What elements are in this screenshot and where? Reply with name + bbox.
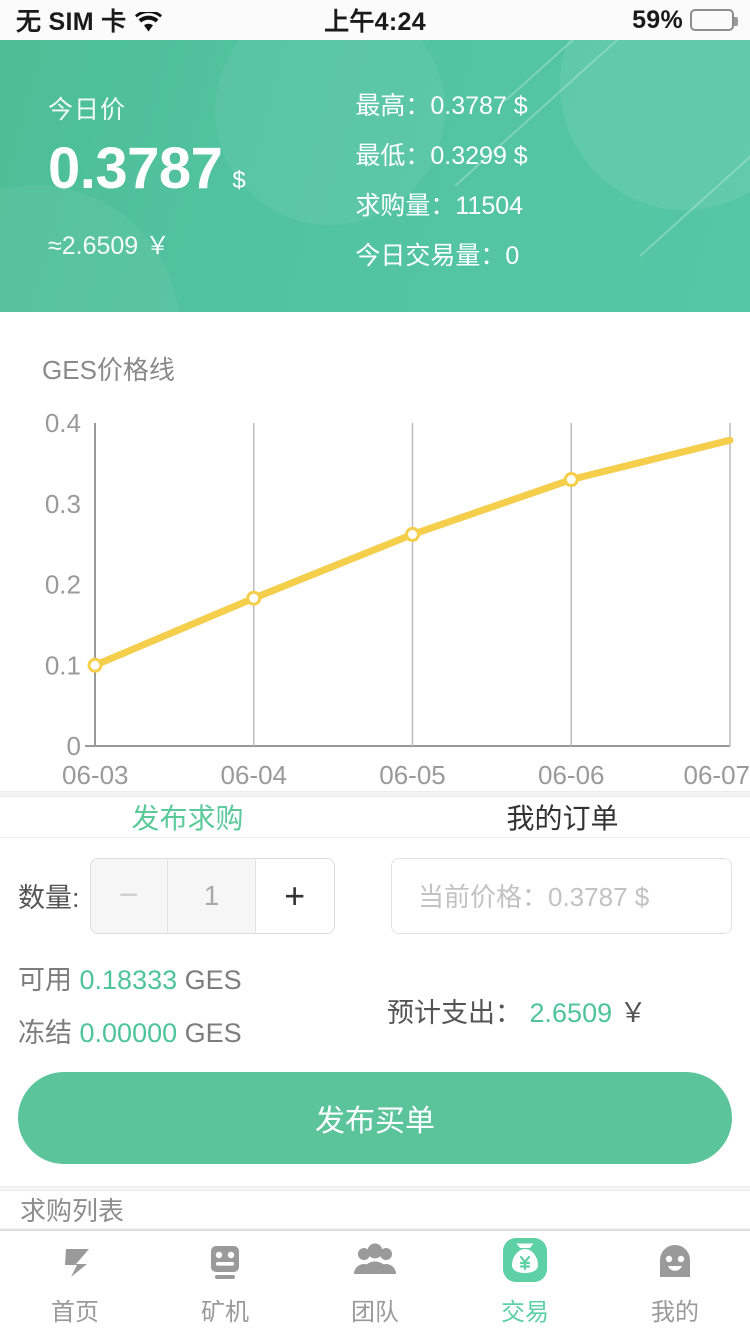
nav-item-home[interactable]: 首页 bbox=[0, 1231, 150, 1334]
quantity-value[interactable]: 1 bbox=[168, 858, 256, 933]
wifi-icon bbox=[135, 10, 163, 32]
today-price-label: 今日价 bbox=[48, 96, 127, 124]
bottom-nav: 首页 矿机 团队 交易 我的 bbox=[0, 1230, 750, 1334]
estimate-value: 2.6509 bbox=[529, 998, 613, 1028]
nav-item-home-label: 首页 bbox=[51, 1298, 99, 1326]
balance-row: 可用 0.18333 GES 冻结 0.00000 GES 预计支出： 2.65… bbox=[18, 958, 732, 1064]
estimated-cost: 预计支出： 2.6509 ￥ bbox=[375, 991, 732, 1030]
stat-demand-value: 11504 bbox=[455, 192, 524, 220]
svg-text:0.4: 0.4 bbox=[45, 408, 81, 438]
available-value: 0.18333 bbox=[79, 964, 178, 995]
status-bar-right: 59% bbox=[426, 5, 738, 35]
submit-buy-order-label: 发布买单 bbox=[315, 1104, 435, 1138]
stat-low: 最低：0.3299 $ bbox=[355, 136, 702, 172]
nav-item-miner[interactable]: 矿机 bbox=[150, 1231, 300, 1334]
svg-text:06-06: 06-06 bbox=[538, 760, 605, 790]
nav-item-team[interactable]: 团队 bbox=[300, 1231, 450, 1334]
nav-item-miner-label: 矿机 bbox=[201, 1298, 249, 1326]
battery-percent-label: 59% bbox=[632, 5, 683, 34]
form-row-quantity-price: 数量: − 1 + 当前价格：0.3787 $ bbox=[18, 857, 732, 934]
svg-text:06-04: 06-04 bbox=[221, 760, 288, 790]
chart-plot-area: 0 0.1 0.2 0.3 0.4 06-03 06-04 06-05 06-06 06-07 bbox=[0, 401, 750, 791]
submit-buy-order-button[interactable]: 发布买单 bbox=[18, 1071, 732, 1164]
cny-approx-value: ≈2.6509 ￥ bbox=[48, 232, 171, 260]
svg-text:0.2: 0.2 bbox=[45, 570, 81, 600]
quantity-stepper[interactable]: − 1 + bbox=[89, 857, 335, 934]
carrier-label: 无 SIM 卡 bbox=[16, 8, 127, 36]
price-input-placeholder: 当前价格：0.3787 $ bbox=[418, 882, 650, 912]
tab-my-orders[interactable]: 我的订单 bbox=[375, 797, 750, 837]
trade-form: 数量: − 1 + 当前价格：0.3787 $ 可用 0.18333 GES 冻… bbox=[0, 837, 750, 1164]
stat-high-label: 最高： bbox=[355, 92, 431, 120]
svg-text:0.3: 0.3 bbox=[45, 489, 81, 519]
stat-high: 最高：0.3787 $ bbox=[355, 86, 702, 122]
plus-icon: + bbox=[284, 874, 306, 916]
stat-demand-label: 求购量： bbox=[355, 192, 456, 220]
price-chart-card: GES价格线 0 0.1 0.2 0.3 0.4 06-03 06-04 06-05 06-06… bbox=[0, 312, 750, 791]
smiley-person-icon bbox=[653, 1239, 697, 1285]
frozen-value: 0.00000 bbox=[79, 1017, 178, 1048]
minus-icon: − bbox=[118, 876, 139, 914]
svg-text:0: 0 bbox=[67, 731, 81, 761]
stat-volume-value: 0 bbox=[505, 242, 520, 270]
quantity-label: 数量: bbox=[18, 883, 80, 913]
today-price-unit: $ bbox=[232, 167, 246, 194]
price-input[interactable]: 当前价格：0.3787 $ bbox=[391, 857, 732, 934]
svg-text:0.1: 0.1 bbox=[45, 650, 81, 680]
chart-title: GES价格线 bbox=[42, 355, 175, 385]
today-price-row: 0.3787 $ bbox=[48, 140, 355, 198]
nav-item-mine[interactable]: 我的 bbox=[600, 1231, 750, 1334]
available-balance: 可用 0.18333 GES bbox=[18, 958, 375, 997]
stat-low-label: 最低： bbox=[355, 142, 431, 170]
frozen-unit: GES bbox=[184, 1017, 242, 1048]
battery-icon bbox=[690, 9, 738, 31]
stat-volume: 今日交易量：0 bbox=[355, 236, 702, 272]
robot-miner-icon bbox=[203, 1239, 247, 1285]
nav-item-team-label: 团队 bbox=[351, 1298, 399, 1326]
order-list-header: 求购列表 bbox=[0, 1191, 750, 1229]
price-line-chart: 0 0.1 0.2 0.3 0.4 06-03 06-04 06-05 06-06 06-07 bbox=[45, 408, 750, 790]
quantity-block: 数量: − 1 + bbox=[18, 857, 375, 934]
frozen-label: 冻结 bbox=[18, 1017, 72, 1048]
stat-high-value: 0.3787 $ bbox=[430, 92, 528, 120]
status-bar: 无 SIM 卡 上午4:24 59% bbox=[0, 0, 750, 40]
status-bar-left: 无 SIM 卡 bbox=[16, 2, 324, 38]
nav-item-trade[interactable]: 交易 bbox=[450, 1231, 600, 1334]
available-unit: GES bbox=[184, 964, 242, 995]
available-label: 可用 bbox=[18, 964, 72, 995]
frozen-balance: 冻结 0.00000 GES bbox=[18, 1011, 375, 1050]
trade-tabs: 发布求购 我的订单 bbox=[0, 796, 750, 838]
estimate-label: 预计支出： bbox=[387, 998, 522, 1028]
tab-my-orders-label: 我的订单 bbox=[506, 802, 619, 834]
quantity-decrease-button[interactable]: − bbox=[90, 858, 169, 933]
stat-volume-label: 今日交易量： bbox=[355, 242, 506, 270]
clock-label: 上午4:24 bbox=[324, 8, 426, 36]
nav-item-trade-label: 交易 bbox=[501, 1298, 549, 1326]
z-logo-icon bbox=[53, 1239, 97, 1285]
stat-demand: 求购量：11504 bbox=[355, 186, 702, 222]
header-stats: 最高：0.3787 $ 最低：0.3299 $ 求购量：11504 今日交易量：… bbox=[355, 80, 702, 272]
estimate-unit: ￥ bbox=[619, 998, 647, 1028]
today-price-value: 0.3787 bbox=[48, 136, 223, 201]
svg-text:06-07: 06-07 bbox=[684, 760, 750, 790]
stat-low-value: 0.3299 $ bbox=[430, 142, 528, 170]
tab-publish-buy-label: 发布求购 bbox=[131, 802, 244, 834]
quantity-increase-button[interactable]: + bbox=[255, 858, 334, 933]
balance-left: 可用 0.18333 GES 冻结 0.00000 GES bbox=[18, 958, 375, 1064]
header-content: 今日价 0.3787 $ ≈2.6509 ￥ 最高：0.3787 $ 最低：0.… bbox=[0, 40, 750, 312]
money-bag-icon bbox=[499, 1237, 551, 1285]
tab-publish-buy[interactable]: 发布求购 bbox=[0, 797, 375, 837]
order-list-title: 求购列表 bbox=[20, 1196, 125, 1226]
app-screen: 无 SIM 卡 上午4:24 59% 今日价 0.3787 $ ≈2.6509 … bbox=[0, 0, 750, 1334]
svg-text:06-03: 06-03 bbox=[62, 760, 129, 790]
price-header: 今日价 0.3787 $ ≈2.6509 ￥ 最高：0.3787 $ 最低：0.… bbox=[0, 40, 750, 312]
people-group-icon bbox=[352, 1239, 398, 1285]
svg-text:06-05: 06-05 bbox=[379, 760, 446, 790]
header-left: 今日价 0.3787 $ ≈2.6509 ￥ bbox=[48, 90, 355, 262]
nav-item-mine-label: 我的 bbox=[651, 1298, 699, 1326]
